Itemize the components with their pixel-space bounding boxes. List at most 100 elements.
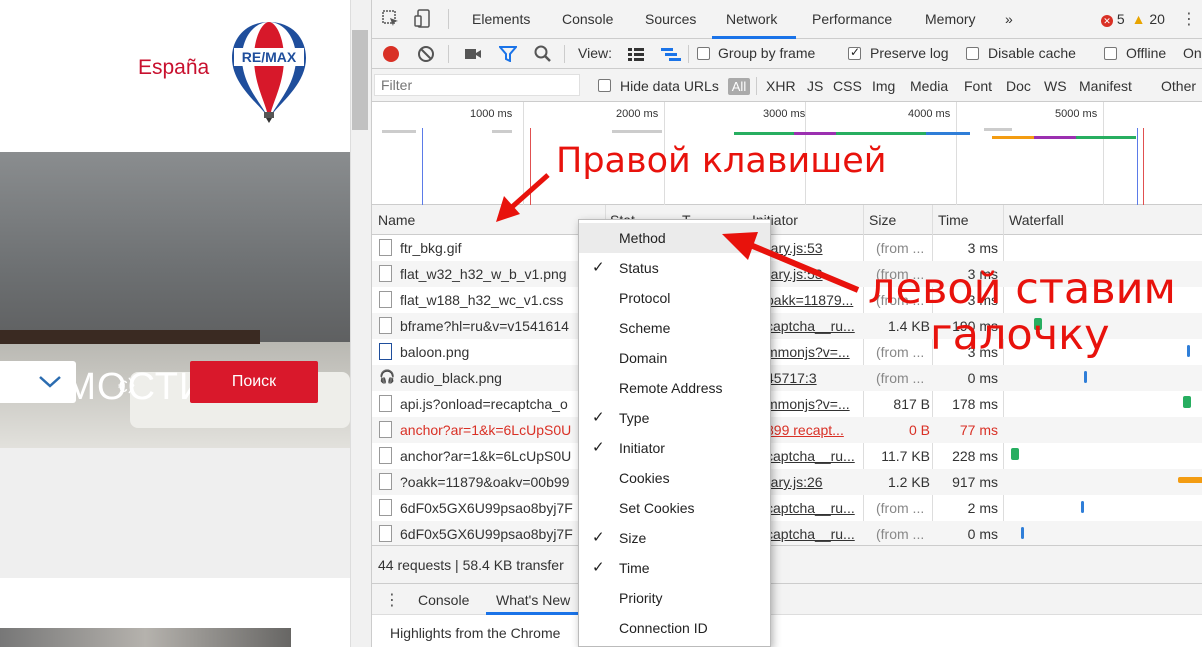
menu-item-status[interactable]: ✓ Status xyxy=(579,253,770,283)
hide-data-urls-checkbox[interactable] xyxy=(598,79,611,92)
error-count[interactable]: ✕ 5 ▲ 20 xyxy=(1101,11,1165,27)
tab-elements[interactable]: Elements xyxy=(472,11,530,27)
menu-item-cookies[interactable]: Cookies xyxy=(579,463,770,493)
disable-cache-checkbox[interactable] xyxy=(966,47,979,60)
group-by-frame-label[interactable]: Group by frame xyxy=(718,45,815,61)
currency-selector[interactable]: €〉 xyxy=(118,372,144,397)
devtools-menu-icon[interactable]: ⋮ xyxy=(1181,9,1197,29)
hero-banner: ЖИМОСТИ xyxy=(0,152,350,448)
menu-item-remote-address[interactable]: Remote Address xyxy=(579,373,770,403)
whats-new-panel: Highlights from the Chrome xyxy=(372,615,1202,647)
table-row[interactable]: 🎧 audio_black.png 45717:3 (from ... 0 ms xyxy=(372,365,1202,391)
menu-item-size[interactable]: ✓ Size xyxy=(579,523,770,553)
menu-item-scheme[interactable]: Scheme xyxy=(579,313,770,343)
screenshot-camera-icon[interactable] xyxy=(464,47,482,61)
tab-network[interactable]: Network xyxy=(726,11,777,27)
table-row[interactable]: anchor?ar=1&k=6LcUpS0U 899 recapt... 0 B… xyxy=(372,417,1202,443)
filter-type-ws[interactable]: WS xyxy=(1044,78,1067,94)
disable-cache-label[interactable]: Disable cache xyxy=(988,45,1076,61)
filter-type-media[interactable]: Media xyxy=(910,78,948,94)
menu-item-initiator[interactable]: ✓ Initiator xyxy=(579,433,770,463)
menu-item-time[interactable]: ✓ Time xyxy=(579,553,770,583)
offline-checkbox[interactable] xyxy=(1104,47,1117,60)
site-image-thumbnail xyxy=(0,628,291,647)
table-row[interactable]: api.js?onload=recaptcha_o mmonjs?v=... 8… xyxy=(372,391,1202,417)
tab-memory[interactable]: Memory xyxy=(925,11,976,27)
menu-item-type[interactable]: ✓ Type xyxy=(579,403,770,433)
filter-type-img[interactable]: Img xyxy=(872,78,895,94)
hide-data-urls-label[interactable]: Hide data URLs xyxy=(620,78,719,94)
filter-type-manifest[interactable]: Manifest xyxy=(1079,78,1132,94)
table-row[interactable]: ftr_bkg.gif rary.js:53 (from ... 3 ms xyxy=(372,235,1202,261)
file-icon xyxy=(379,265,392,282)
table-row[interactable]: 6dF0x5GX6U99psao8byj7F captcha__ru... (f… xyxy=(372,495,1202,521)
annotation-left-check-line1: левой ставим xyxy=(868,264,1176,314)
menu-item-protocol[interactable]: Protocol xyxy=(579,283,770,313)
network-filter-bar: Hide data URLs All XHR JS CSS Img Media … xyxy=(372,69,1202,102)
warning-icon: ▲ xyxy=(1131,11,1146,27)
clear-icon[interactable] xyxy=(417,45,435,63)
network-toolbar: View: Group by frame Preserve log Disabl… xyxy=(372,39,1202,69)
tab-console[interactable]: Console xyxy=(562,11,613,27)
device-toolbar-icon[interactable] xyxy=(414,9,434,29)
offline-label[interactable]: Offline xyxy=(1126,45,1166,61)
tab-sources[interactable]: Sources xyxy=(645,11,696,27)
filter-type-doc[interactable]: Doc xyxy=(1006,78,1031,94)
search-button[interactable]: Поиск xyxy=(190,361,318,403)
drawer-menu-icon[interactable]: ⋮ xyxy=(384,590,400,610)
file-icon xyxy=(379,525,392,542)
large-rows-icon[interactable] xyxy=(627,47,645,61)
property-type-select[interactable] xyxy=(0,361,76,403)
image-icon xyxy=(379,343,392,360)
drawer-tab-console[interactable]: Console xyxy=(418,592,469,608)
menu-item-set-cookies[interactable]: Set Cookies xyxy=(579,493,770,523)
scrollbar-thumb[interactable] xyxy=(352,30,368,130)
filter-type-css[interactable]: CSS xyxy=(833,78,862,94)
file-icon xyxy=(379,447,392,464)
group-by-frame-checkbox[interactable] xyxy=(697,47,710,60)
site-header: España RE/MAX xyxy=(0,0,350,152)
menu-item-domain[interactable]: Domain xyxy=(579,343,770,373)
preserve-log-label[interactable]: Preserve log xyxy=(870,45,949,61)
column-context-menu: Method ✓ Status Protocol Scheme Domain Re… xyxy=(578,219,771,647)
table-row[interactable]: ?oakk=11879&oakv=00b99 rary.js:26 1.2 KB… xyxy=(372,469,1202,495)
drawer-tab-bar: ⋮ Console What's New xyxy=(372,583,1202,615)
search-icon[interactable] xyxy=(534,45,552,63)
annotation-right-click: Правой клавишей xyxy=(556,141,887,181)
filter-type-font[interactable]: Font xyxy=(964,78,992,94)
table-row[interactable]: 6dF0x5GX6U99psao8byj7F captcha__ru... (f… xyxy=(372,521,1202,547)
column-header-size[interactable]: Size xyxy=(869,212,896,228)
country-label[interactable]: España xyxy=(138,56,209,80)
file-icon xyxy=(379,317,392,334)
headphones-icon: 🎧 xyxy=(379,369,396,384)
filter-icon[interactable] xyxy=(499,46,517,62)
tab-performance[interactable]: Performance xyxy=(812,11,892,27)
checkmark-icon: ✓ xyxy=(592,559,605,576)
preserve-log-checkbox[interactable] xyxy=(848,45,861,60)
menu-item-connection-id[interactable]: Connection ID xyxy=(579,613,770,643)
inspect-element-icon[interactable] xyxy=(382,10,400,28)
filter-input[interactable] xyxy=(374,74,580,96)
overview-waterfall-icon[interactable] xyxy=(660,47,682,61)
table-row[interactable]: anchor?ar=1&k=6LcUpS0U captcha__ru... 11… xyxy=(372,443,1202,469)
more-tabs-button[interactable]: » xyxy=(1005,11,1013,27)
online-throttle-select[interactable]: On xyxy=(1183,45,1202,61)
timeline-tick: 5000 ms xyxy=(1055,108,1098,120)
filter-all-chip[interactable]: All xyxy=(728,78,750,95)
remax-balloon-logo[interactable]: RE/MAX xyxy=(228,20,310,124)
filter-type-other[interactable]: Other xyxy=(1161,78,1196,94)
svg-text:RE/MAX: RE/MAX xyxy=(242,49,297,65)
column-header-name[interactable]: Name xyxy=(378,212,415,228)
menu-item-priority[interactable]: Priority xyxy=(579,583,770,613)
menu-item-method[interactable]: Method xyxy=(579,223,770,253)
column-header-time[interactable]: Time xyxy=(938,212,969,228)
column-header-waterfall[interactable]: Waterfall xyxy=(1009,212,1064,228)
file-icon xyxy=(379,395,392,412)
drawer-tab-whats-new[interactable]: What's New xyxy=(496,592,570,608)
site-content-area xyxy=(0,448,350,578)
record-icon[interactable] xyxy=(383,46,399,62)
filter-type-js[interactable]: JS xyxy=(807,78,823,94)
filter-type-xhr[interactable]: XHR xyxy=(766,78,796,94)
website-viewport: España RE/MAX ЖИМОСТИ €〉 Поиск xyxy=(0,0,350,647)
file-icon xyxy=(379,499,392,516)
